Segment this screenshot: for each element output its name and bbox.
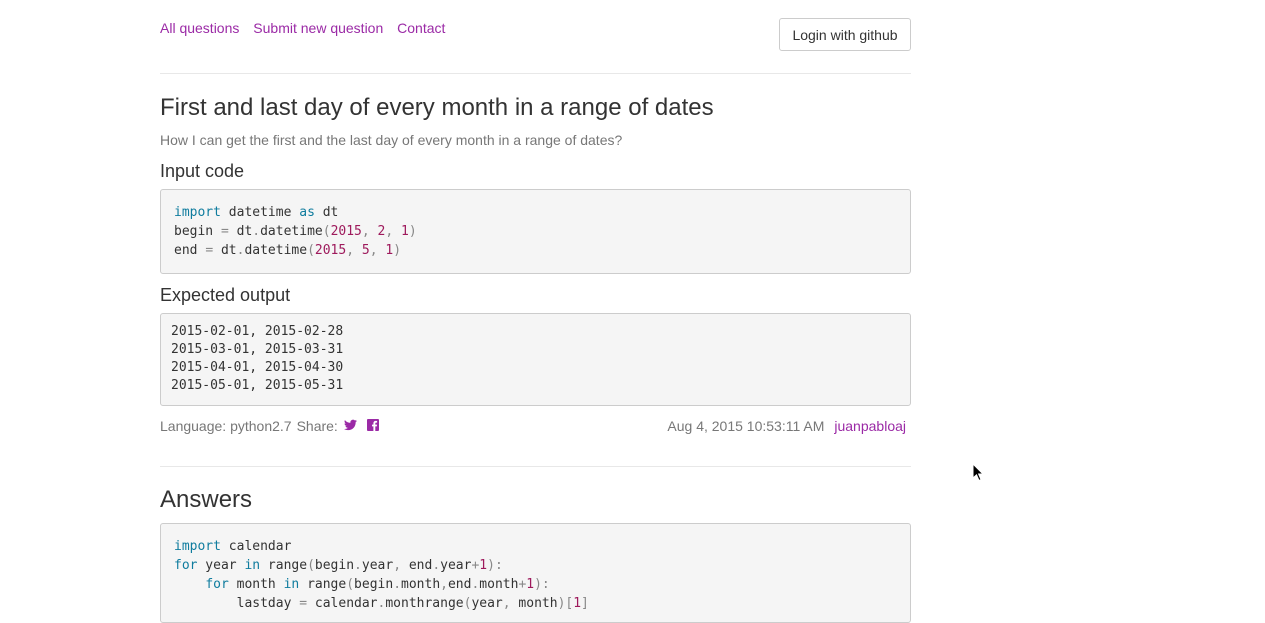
code-token: 2015 [314,243,347,258]
answers-divider [160,466,911,467]
nav-all-questions[interactable]: All questions [160,20,239,36]
code-token: in [244,558,261,573]
code-token: 1 [573,596,582,611]
expected-output-heading: Expected output [160,285,291,305]
code-token: 1 [385,243,394,258]
code-token: 1 [526,577,535,592]
code-token: 2015 [330,224,362,239]
language-label: Language: python2.7 [160,418,292,434]
input-code-block: import datetime as dt begin = dt.datetim… [160,189,911,274]
output-line: 2015-02-01, 2015-02-28 [171,324,344,339]
question-meta: Language: python2.7 Share: Aug 4, 2015 1… [160,418,911,436]
facebook-icon[interactable] [366,418,379,434]
login-github-button[interactable]: Login with github [779,18,911,51]
mouse-cursor-icon [972,462,985,487]
code-token: as [299,205,315,220]
output-line: 2015-04-01, 2015-04-30 [171,360,344,375]
author-link[interactable]: juanpabloaj [834,418,906,434]
output-line: 2015-03-01, 2015-03-31 [171,342,344,357]
code-token: 1 [401,224,409,239]
code-token: for [205,577,229,592]
code-token: import [174,205,221,220]
input-code-heading: Input code [160,161,245,181]
question-description: How I can get the first and the last day… [160,132,623,148]
expected-output-block: 2015-02-01, 2015-02-28 2015-03-01, 2015-… [160,313,911,406]
question-timestamp: Aug 4, 2015 10:53:11 AM [667,418,825,434]
twitter-icon[interactable] [343,418,357,434]
output-line: 2015-05-01, 2015-05-31 [171,378,344,393]
top-nav: All questions Submit new question Contac… [160,20,455,36]
code-token: in [283,577,300,592]
answer-code-block: import calendar for year in range(begin.… [160,523,911,623]
code-token: for [174,558,198,573]
share-label: Share: [296,418,338,434]
nav-submit-question[interactable]: Submit new question [253,20,383,36]
nav-contact[interactable]: Contact [397,20,445,36]
answers-heading: Answers [160,486,253,513]
code-token: import [174,539,221,554]
code-token: 5 [361,243,370,258]
question-title: First and last day of every month in a r… [160,94,714,121]
code-token: 1 [479,558,488,573]
header-divider [160,73,911,74]
